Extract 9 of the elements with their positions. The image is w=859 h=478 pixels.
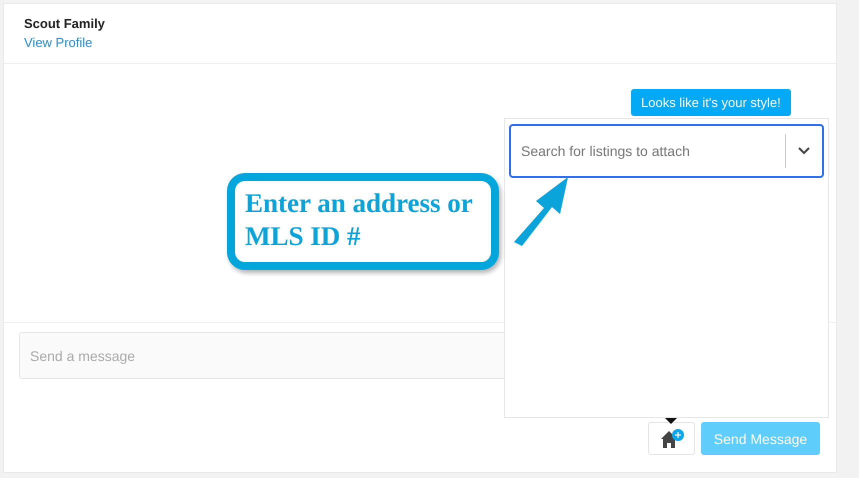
contact-name: Scout Family <box>24 16 105 31</box>
house-plus-icon <box>658 428 684 450</box>
tooltip: Looks like it's your style! <box>631 89 791 116</box>
attach-listing-button[interactable] <box>648 422 695 455</box>
chevron-down-icon[interactable] <box>797 146 811 156</box>
listing-search-field[interactable]: Search for listings to attach <box>509 124 824 178</box>
view-profile-link[interactable]: View Profile <box>24 35 92 50</box>
pointer-icon <box>665 418 677 424</box>
callout-text: Enter an address or MLS ID # <box>245 187 474 253</box>
